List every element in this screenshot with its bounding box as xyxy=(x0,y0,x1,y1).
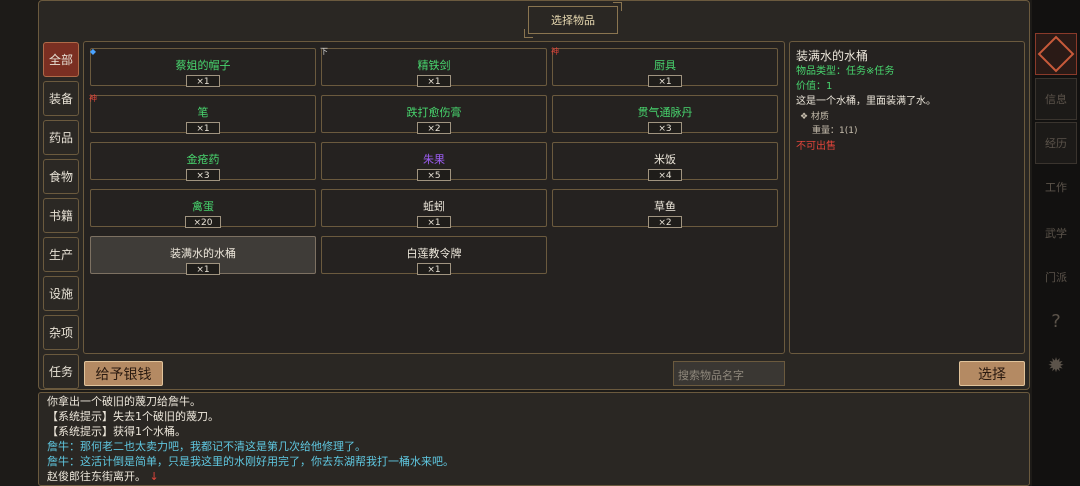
item-grade-badge-icon: 下 xyxy=(320,46,328,56)
item-quantity: ×5 xyxy=(417,169,451,181)
tab-production[interactable]: 生产 xyxy=(43,237,79,272)
item-grade-badge-icon: 神 xyxy=(89,93,97,103)
tab-food[interactable]: 食物 xyxy=(43,159,79,194)
item-slot[interactable]: 跌打愈伤膏 ×2 xyxy=(321,95,547,134)
item-quantity: ×4 xyxy=(648,169,682,181)
item-detail-panel: 装满水的水桶 物品类型：任务※任务 价值：1 这是一个水桶，里面装满了水。 ❖ … xyxy=(789,41,1025,354)
item-slot[interactable]: 禽蛋 ×20 xyxy=(90,189,316,228)
item-quantity: ×2 xyxy=(648,216,682,228)
tab-misc[interactable]: 杂项 xyxy=(43,315,79,350)
item-name: 草鱼 xyxy=(654,200,676,213)
tab-quest[interactable]: 任务 xyxy=(43,354,79,389)
item-name: 禽蛋 xyxy=(192,200,214,213)
log-line: 你拿出一个破旧的蔑刀给詹牛。 xyxy=(47,395,201,408)
panel-title: 选择物品 xyxy=(524,2,622,38)
log-line-last: 赵俊郎往东街离开。 ↓ xyxy=(47,469,1021,484)
item-name: 白莲教令牌 xyxy=(406,247,462,260)
item-quantity: ×1 xyxy=(417,263,451,275)
search-input[interactable]: 搜索物品名字 xyxy=(673,361,785,386)
item-name: 笔 xyxy=(197,106,209,119)
item-quantity: ×3 xyxy=(648,122,682,134)
item-grid: 蔡姐的帽子 ×1 ◆ 精铁剑 ×1 下厨具 ×1 神笔 ×1 神跌打愈伤膏 ×2 贯气通脉丹 ×3 金疮药… xyxy=(83,41,785,354)
item-name: 朱果 xyxy=(423,153,445,166)
item-quantity: ×1 xyxy=(417,216,451,228)
item-grade-badge-icon: 神 xyxy=(551,46,559,56)
item-slot[interactable]: 米饭 ×4 xyxy=(552,142,778,181)
item-slot[interactable]: 笔 ×1 神 xyxy=(89,93,316,134)
side-faction-button[interactable]: 门派 xyxy=(1035,256,1077,298)
tab-books[interactable]: 书籍 xyxy=(43,198,79,233)
detail-title: 装满水的水桶 xyxy=(796,49,869,63)
log-line: 【系统提示】获得1个水桶。 xyxy=(47,425,186,438)
item-slot[interactable]: 蚯蚓 ×1 xyxy=(321,189,547,228)
game-screen: 选择物品 全部 装备 药品 食物 书籍 生产 设施 杂项 任务 蔡姐的帽子 ×1 ◆… xyxy=(0,0,1080,486)
item-grade-badge-icon: ◆ xyxy=(89,46,97,56)
item-name: 米饭 xyxy=(654,153,676,166)
item-name: 精铁剑 xyxy=(417,59,451,72)
category-tabs: 全部 装备 药品 食物 书籍 生产 设施 杂项 任务 xyxy=(43,42,79,393)
item-quantity: ×3 xyxy=(186,169,220,181)
item-quantity: ×2 xyxy=(417,122,451,134)
detail-unsellable: 不可出售 xyxy=(796,141,836,152)
side-study-button[interactable]: 武学 xyxy=(1035,212,1077,254)
tab-facilities[interactable]: 设施 xyxy=(43,276,79,311)
item-quantity: ×1 xyxy=(648,75,682,87)
item-name: 跌打愈伤膏 xyxy=(406,106,462,119)
item-quantity: ×1 xyxy=(417,75,451,87)
item-slot[interactable]: 白莲教令牌 ×1 xyxy=(321,236,547,275)
side-help-button[interactable]: ? xyxy=(1035,300,1077,342)
log-line: 【系统提示】失去1个破旧的蔑刀。 xyxy=(47,410,219,423)
item-name: 蚯蚓 xyxy=(423,200,445,213)
item-slot[interactable]: 厨具 ×1 神 xyxy=(551,46,778,87)
tab-equipment[interactable]: 装备 xyxy=(43,81,79,116)
side-work-button[interactable]: 工作 xyxy=(1035,166,1077,208)
item-quantity: ×1 xyxy=(186,263,220,275)
item-name: 厨具 xyxy=(654,59,676,72)
item-slot[interactable]: 朱果 ×5 xyxy=(321,142,547,181)
right-side-menu: 信息 经历 工作 武学 门派 ? ✹ xyxy=(1032,0,1080,486)
item-name: 金疮药 xyxy=(186,153,220,166)
detail-material: ❖ 材质 xyxy=(800,112,829,122)
item-name: 蔡姐的帽子 xyxy=(175,59,231,72)
tab-medicine[interactable]: 药品 xyxy=(43,120,79,155)
settings-gear-icon[interactable]: ✹ xyxy=(1035,344,1077,386)
scroll-down-arrow-icon[interactable]: ↓ xyxy=(150,470,159,483)
item-quantity: ×1 xyxy=(186,75,220,87)
message-log: 你拿出一个破旧的蔑刀给詹牛。 【系统提示】失去1个破旧的蔑刀。 【系统提示】获得… xyxy=(38,392,1030,486)
item-name: 贯气通脉丹 xyxy=(637,106,693,119)
item-name: 装满水的水桶 xyxy=(170,247,236,260)
item-quantity: ×1 xyxy=(186,122,220,134)
item-slot[interactable]: 草鱼 ×2 xyxy=(552,189,778,228)
arrow-diamond-icon xyxy=(1037,35,1075,73)
item-slot[interactable]: 精铁剑 ×1 下 xyxy=(320,46,547,87)
item-quantity: ×20 xyxy=(185,216,221,228)
give-money-button[interactable]: 给予银钱 xyxy=(84,361,163,386)
detail-weight: 重量：1(1) xyxy=(812,126,858,136)
item-slot[interactable]: 装满水的水桶 ×1 xyxy=(90,236,316,275)
detail-type: 物品类型：任务※任务 xyxy=(796,66,895,77)
log-line: 詹牛：那何老二也太卖力吧，我都记不清这是第几次给他修理了。 xyxy=(47,440,366,453)
detail-value: 价值：1 xyxy=(796,81,833,92)
collapse-menu-button[interactable] xyxy=(1035,33,1077,75)
tab-all[interactable]: 全部 xyxy=(43,42,79,77)
side-info-button[interactable]: 信息 xyxy=(1035,78,1077,120)
item-slot[interactable]: 金疮药 ×3 xyxy=(90,142,316,181)
log-line: 詹牛：这活计倒是简单，只是我这里的水刚好用完了，你去东湖帮我打一桶水来吧。 xyxy=(47,455,454,468)
side-history-button[interactable]: 经历 xyxy=(1035,122,1077,164)
log-text: 赵俊郎往东街离开。 xyxy=(47,470,146,483)
item-slot[interactable]: 贯气通脉丹 ×3 xyxy=(552,95,778,134)
detail-description: 这是一个水桶，里面装满了水。 xyxy=(796,96,936,107)
item-slot[interactable]: 蔡姐的帽子 ×1 ◆ xyxy=(89,46,316,87)
select-button[interactable]: 选择 xyxy=(959,361,1025,386)
